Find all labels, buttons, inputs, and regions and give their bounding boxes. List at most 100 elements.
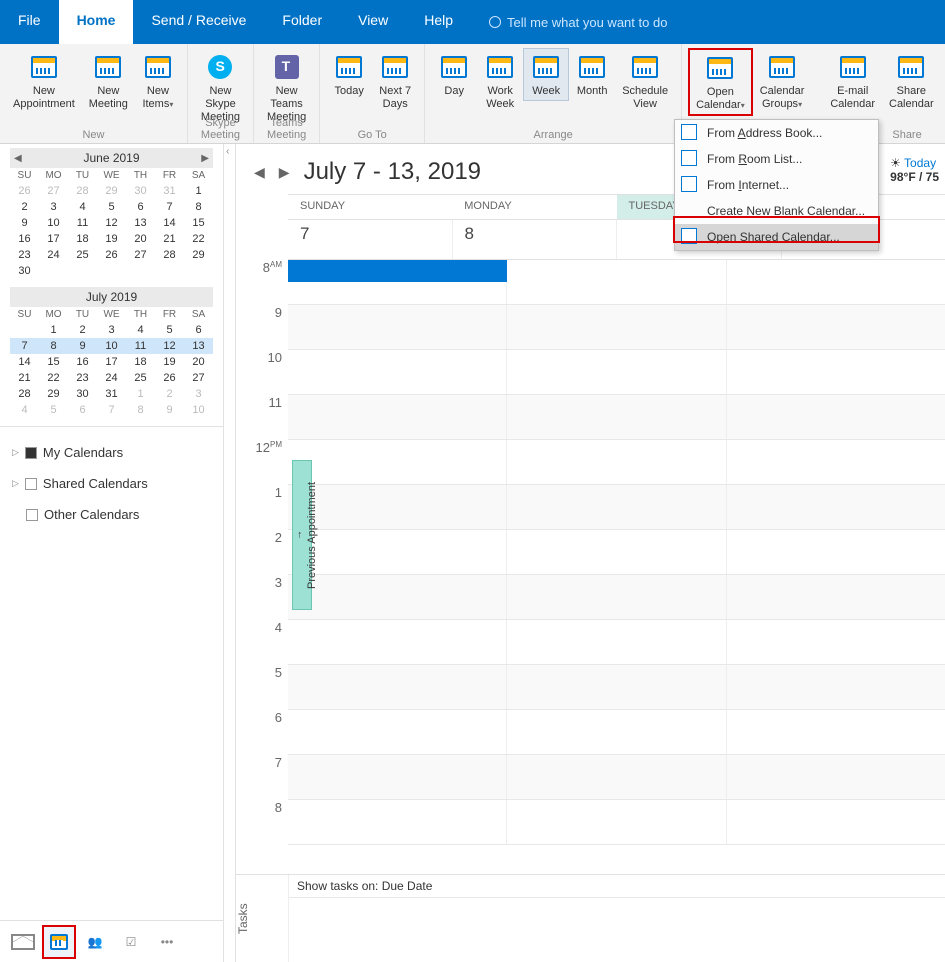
tab-folder[interactable]: Folder: [264, 0, 340, 44]
time-slot[interactable]: [506, 305, 725, 349]
time-slot[interactable]: [288, 350, 506, 394]
new-skype-meeting-button[interactable]: New Skype Meeting: [194, 48, 247, 127]
mini-cal-day[interactable]: 4: [126, 322, 155, 338]
mini-cal-day[interactable]: 10: [184, 402, 213, 418]
mini-cal-day[interactable]: 4: [10, 402, 39, 418]
collapse-sidebar-button[interactable]: ‹: [224, 144, 236, 962]
tab-send-receive[interactable]: Send / Receive: [133, 0, 264, 44]
mini-cal-day[interactable]: 4: [68, 199, 97, 215]
mini-cal-day[interactable]: 29: [184, 247, 213, 263]
mini-cal-day[interactable]: 27: [39, 183, 68, 199]
from-internet-item[interactable]: From Internet...: [675, 172, 878, 198]
mini-cal-day[interactable]: 1: [126, 386, 155, 402]
mini-cal-day[interactable]: 10: [97, 338, 126, 354]
time-slot[interactable]: [506, 575, 725, 619]
mini-cal-day[interactable]: 3: [39, 199, 68, 215]
time-slot[interactable]: [288, 665, 506, 709]
mini-cal-day[interactable]: 19: [97, 231, 126, 247]
mini-cal-day[interactable]: 21: [10, 370, 39, 386]
mini-cal-day[interactable]: 6: [184, 322, 213, 338]
checkbox-icon[interactable]: [25, 478, 37, 490]
time-slot[interactable]: [506, 530, 725, 574]
time-slot[interactable]: [506, 440, 725, 484]
mini-cal-day[interactable]: 26: [97, 247, 126, 263]
mini-calendar-june[interactable]: ◀June 2019▶ SUMOTUWETHFRSA26272829303112…: [0, 144, 223, 283]
calendar-nav-icon[interactable]: [44, 927, 74, 957]
mini-cal-day[interactable]: 20: [126, 231, 155, 247]
mini-cal-day[interactable]: 20: [184, 354, 213, 370]
mini-cal-day[interactable]: [126, 263, 155, 279]
mini-cal-day[interactable]: 7: [97, 402, 126, 418]
time-slot[interactable]: [726, 395, 945, 439]
mini-cal-day[interactable]: [97, 263, 126, 279]
mini-cal-day[interactable]: 8: [39, 338, 68, 354]
mini-cal-day[interactable]: 24: [39, 247, 68, 263]
time-slot[interactable]: [288, 575, 506, 619]
mini-cal-day[interactable]: 5: [97, 199, 126, 215]
time-slot[interactable]: [288, 530, 506, 574]
weather-widget[interactable]: ☀ Today98°F / 75: [890, 156, 939, 184]
email-calendar-button[interactable]: E-mail Calendar: [823, 48, 882, 114]
mini-cal-day[interactable]: 12: [155, 338, 184, 354]
time-slot[interactable]: [726, 440, 945, 484]
time-slot[interactable]: [726, 530, 945, 574]
mini-cal-day[interactable]: 23: [10, 247, 39, 263]
tab-file[interactable]: File: [0, 0, 59, 44]
time-slot[interactable]: [726, 305, 945, 349]
time-slot[interactable]: [288, 800, 506, 844]
open-calendar-button[interactable]: Open Calendar▾: [688, 48, 753, 116]
time-slot[interactable]: [288, 440, 506, 484]
mini-cal-day[interactable]: [10, 322, 39, 338]
new-appointment-button[interactable]: New Appointment: [6, 48, 82, 114]
time-slot[interactable]: [506, 350, 725, 394]
mini-cal-day[interactable]: 1: [184, 183, 213, 199]
share-calendar-button[interactable]: Share Calendar: [882, 48, 941, 114]
mini-cal-day[interactable]: 9: [155, 402, 184, 418]
mini-cal-day[interactable]: 19: [155, 354, 184, 370]
prev-month-icon[interactable]: ◀: [14, 153, 22, 164]
mini-cal-day[interactable]: [39, 263, 68, 279]
mini-cal-day[interactable]: 15: [39, 354, 68, 370]
prev-week-button[interactable]: ◀: [254, 164, 265, 181]
time-slot[interactable]: [506, 755, 725, 799]
checkbox-icon[interactable]: [26, 509, 38, 521]
mini-cal-day[interactable]: 30: [126, 183, 155, 199]
my-calendars-node[interactable]: ▷My Calendars: [12, 437, 211, 468]
mini-cal-day[interactable]: 18: [68, 231, 97, 247]
mini-cal-day[interactable]: 27: [184, 370, 213, 386]
tasks-pane[interactable]: Tasks Show tasks on: Due Date: [236, 874, 945, 962]
mini-cal-day[interactable]: 14: [155, 215, 184, 231]
mini-cal-day[interactable]: 11: [126, 338, 155, 354]
tasks-nav-icon[interactable]: ☑: [116, 927, 146, 957]
week-view-button[interactable]: Week: [523, 48, 569, 101]
mini-cal-day[interactable]: 5: [39, 402, 68, 418]
mini-cal-day[interactable]: 1: [39, 322, 68, 338]
mini-cal-day[interactable]: 22: [39, 370, 68, 386]
time-slot[interactable]: [506, 800, 725, 844]
checkbox-icon[interactable]: [25, 447, 37, 459]
calendar-groups-button[interactable]: Calendar Groups▾: [753, 48, 812, 114]
mini-cal-day[interactable]: [68, 263, 97, 279]
mini-cal-day[interactable]: 18: [126, 354, 155, 370]
mail-nav-icon[interactable]: [8, 927, 38, 957]
time-slot[interactable]: [726, 485, 945, 529]
work-week-button[interactable]: Work Week: [477, 48, 523, 114]
mini-cal-day[interactable]: 29: [97, 183, 126, 199]
mini-cal-day[interactable]: 28: [10, 386, 39, 402]
time-slot[interactable]: [288, 620, 506, 664]
time-grid[interactable]: 8AM9101112PM12345678 ←Previous Appointme…: [236, 260, 945, 874]
time-slot[interactable]: [726, 665, 945, 709]
mini-cal-day[interactable]: 6: [68, 402, 97, 418]
mini-cal-day[interactable]: 7: [155, 199, 184, 215]
time-slot[interactable]: [726, 710, 945, 754]
time-slot[interactable]: [726, 575, 945, 619]
month-view-button[interactable]: Month: [569, 48, 615, 101]
mini-cal-day[interactable]: 2: [68, 322, 97, 338]
mini-cal-day[interactable]: 2: [155, 386, 184, 402]
from-address-book-item[interactable]: From Address Book...: [675, 120, 878, 146]
mini-cal-day[interactable]: 11: [68, 215, 97, 231]
people-nav-icon[interactable]: 👥: [80, 927, 110, 957]
mini-cal-day[interactable]: 10: [39, 215, 68, 231]
mini-cal-day[interactable]: 12: [97, 215, 126, 231]
mini-cal-day[interactable]: 25: [126, 370, 155, 386]
